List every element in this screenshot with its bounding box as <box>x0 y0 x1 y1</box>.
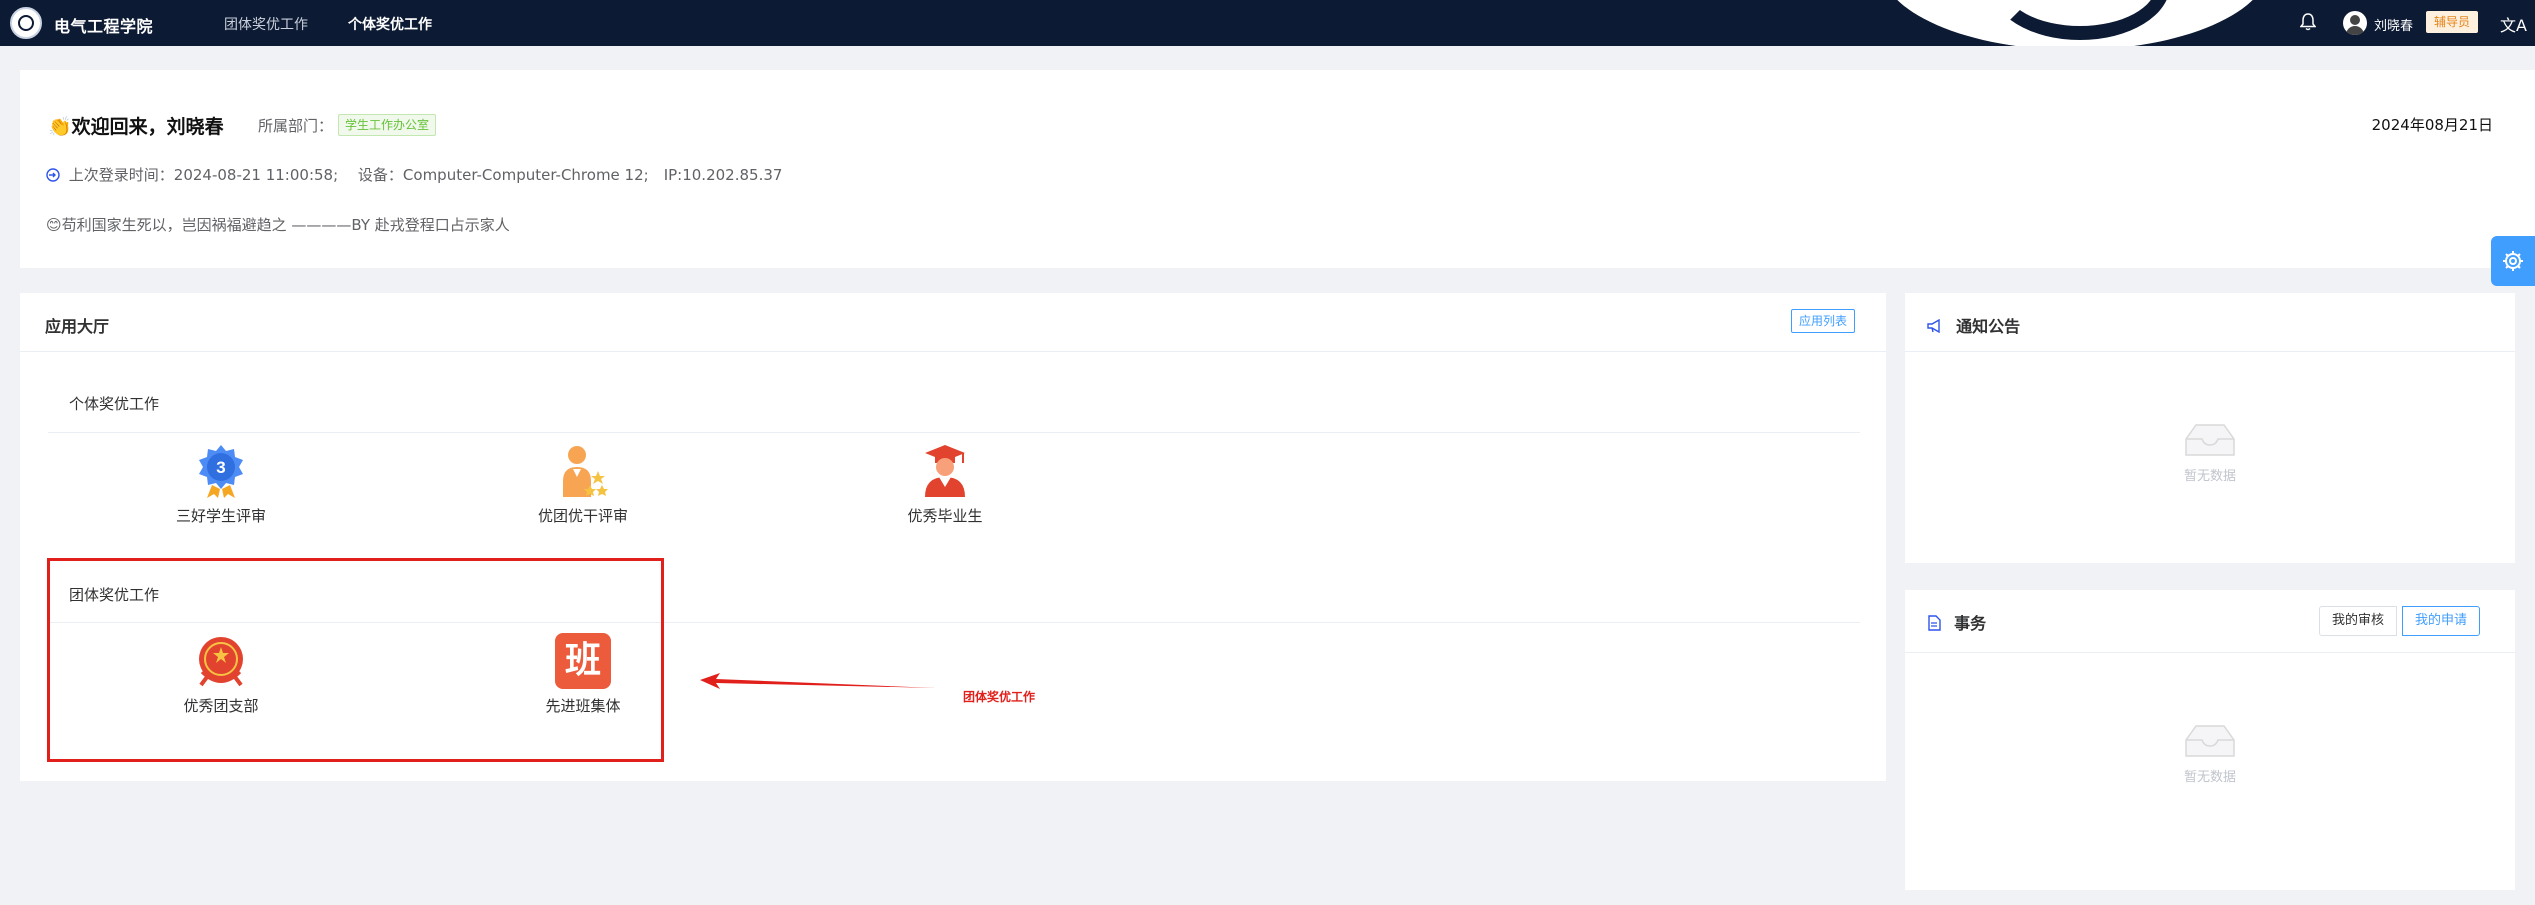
nav-team-awards[interactable]: 团体奖优工作 <box>224 14 308 34</box>
app-label: 优秀毕业生 <box>907 507 983 525</box>
current-date: 2024年08月21日 <box>2371 116 2493 134</box>
site-title[interactable]: 电气工程学院 <box>54 13 153 37</box>
clap-icon: 👏 <box>48 116 72 138</box>
dept-label: 所属部门： <box>258 117 334 135</box>
user-name[interactable]: 刘晓春 <box>2374 15 2413 34</box>
avatar[interactable] <box>2343 11 2367 35</box>
empty-state: 暂无数据 <box>2150 722 2270 785</box>
top-navbar: 电气工程学院 团体奖优工作 个体奖优工作 刘晓春 辅导员 文A <box>0 0 2535 46</box>
app-merit-student[interactable]: 3 三好学生评审 <box>121 443 321 526</box>
section-title-individual: 个体奖优工作 <box>69 395 160 413</box>
login-icon <box>46 166 65 184</box>
tab-my-application[interactable]: 我的申请 <box>2402 606 2481 636</box>
app-label: 优团优干评审 <box>537 507 628 525</box>
app-league-cadre[interactable]: 优团优干评审 <box>483 443 683 526</box>
bell-icon[interactable] <box>2299 13 2317 35</box>
graduate-icon <box>917 443 973 499</box>
empty-inbox-icon <box>2182 421 2238 459</box>
annotation-label: 团体奖优工作 <box>963 690 1036 704</box>
dept-tag: 学生工作办公室 <box>338 114 437 136</box>
notice-card: 通知公告 暂无数据 <box>1905 293 2515 563</box>
medal-icon: 3 <box>193 443 249 499</box>
nav-individual-awards[interactable]: 个体奖优工作 <box>348 14 432 34</box>
megaphone-icon <box>1927 317 1948 336</box>
affairs-card: 事务 我的审核 我的申请 暂无数据 <box>1905 590 2515 890</box>
empty-inbox-icon <box>2182 722 2238 760</box>
last-login-info: 上次登录时间：2024-08-21 11:00:58; 设备：Computer-… <box>46 164 782 185</box>
notice-title: 通知公告 <box>1927 313 2020 337</box>
affairs-title: 事务 <box>1927 610 1986 634</box>
divider <box>1905 652 2515 653</box>
svg-text:3: 3 <box>216 458 225 477</box>
divider <box>48 432 1860 433</box>
empty-text: 暂无数据 <box>2183 770 2236 785</box>
translate-icon[interactable]: 文A <box>2500 12 2527 36</box>
app-hall-title: 应用大厅 <box>45 317 110 336</box>
app-outstanding-graduate[interactable]: 优秀毕业生 <box>845 443 1045 526</box>
tab-my-review[interactable]: 我的审核 <box>2319 606 2398 636</box>
empty-state: 暂无数据 <box>2150 421 2270 484</box>
document-icon <box>1927 614 1946 633</box>
settings-gear-icon[interactable] <box>2491 236 2535 286</box>
empty-text: 暂无数据 <box>2183 469 2236 484</box>
welcome-title: 👏欢迎回来，刘晓春 <box>48 116 224 138</box>
divider <box>1905 351 2515 352</box>
role-badge: 辅导员 <box>2426 11 2479 33</box>
app-list-button[interactable]: 应用列表 <box>1791 309 1856 333</box>
annotation-arrow <box>700 673 936 689</box>
highlight-box <box>47 558 664 762</box>
motto-text: 😊苟利国家生死以，岂因祸福避趋之 ————BY 赴戎登程口占示家人 <box>46 216 510 234</box>
person-stars-icon <box>555 443 611 499</box>
school-logo-icon[interactable] <box>10 7 42 39</box>
divider <box>20 351 1886 352</box>
welcome-card: 👏欢迎回来，刘晓春 所属部门： 学生工作办公室 2024年08月21日 上次登录… <box>20 70 2535 268</box>
app-label: 三好学生评审 <box>175 507 266 525</box>
